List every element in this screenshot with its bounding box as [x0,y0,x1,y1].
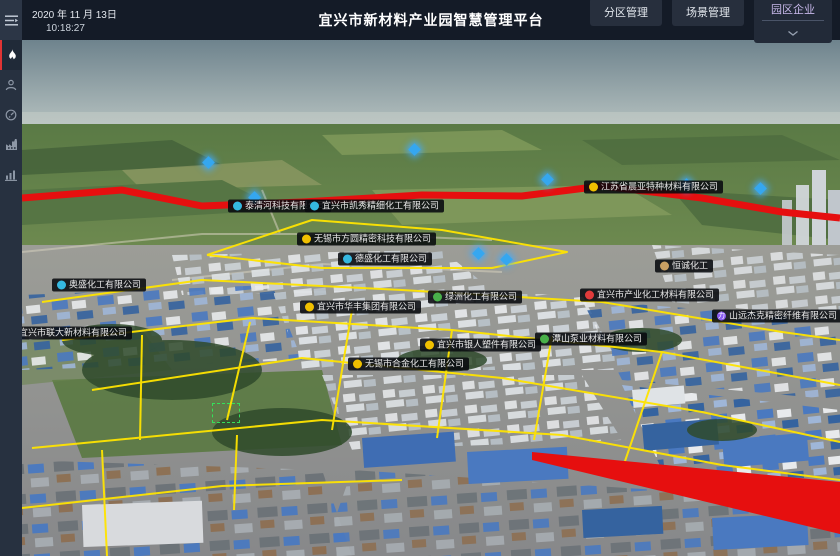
factory-icon [5,139,18,151]
sidebar [0,0,22,556]
company-name: 山远杰克精密纤维有限公司 [729,312,837,321]
sidebar-item-factory[interactable] [0,130,22,160]
map-overlay: 泰清河科技有限公司宜兴市凯秀精细化工有限公司无锡市方圆精密科技有限公司德盛化工有… [22,40,840,556]
company-name: 江苏省晨亚特种材料有限公司 [601,183,718,192]
company-marker-icon [433,293,442,302]
company-marker-icon [57,281,66,290]
company-label[interactable]: 恒诚化工 [655,260,713,273]
company-name: 恒诚化工 [672,262,708,271]
company-name: 宜兴市联大新材料有限公司 [22,329,127,338]
company-marker-icon [343,255,352,264]
fire-icon [6,49,18,62]
app-window: 2020 年 11 月 13日 10:18:27 宜兴市新材料产业园智慧管理平台… [0,0,840,556]
company-label[interactable]: 潭山泵业材料有限公司 [535,333,647,346]
company-label[interactable]: 宜兴市联大新材料有限公司 [22,327,132,340]
building-marker-icon[interactable] [500,253,513,266]
building-marker-icon[interactable] [202,156,215,169]
header-date: 2020 年 11 月 13日 [32,6,162,21]
company-label[interactable]: 奥盛化工有限公司 [52,279,146,292]
scene-management-button[interactable]: 场景管理 [672,0,744,26]
bar-chart-icon [5,169,17,181]
company-label[interactable]: 力山远杰克精密纤维有限公司 [712,310,840,323]
company-marker-icon [353,360,362,369]
sidebar-item-bar-chart[interactable] [0,160,22,190]
company-name: 无锡市方圆精密科技有限公司 [314,235,431,244]
sidebar-item-gauge[interactable] [0,100,22,130]
user-icon [5,79,17,91]
zone-management-button[interactable]: 分区管理 [590,0,662,26]
company-label[interactable]: 德盛化工有限公司 [338,253,432,266]
company-marker-icon [425,341,434,350]
dropdown-selected-value: 园区企业 [762,1,824,21]
company-marker-icon [589,183,598,192]
sidebar-item-fire[interactable] [0,40,22,70]
sidebar-item-user[interactable] [0,70,22,100]
company-label[interactable]: 无锡市合金化工有限公司 [348,358,469,371]
gauge-icon [5,109,17,121]
company-marker-icon [540,335,549,344]
company-marker-icon: 力 [717,312,726,321]
building-marker-icon[interactable] [541,173,554,186]
menu-icon [5,15,18,26]
company-label[interactable]: 宜兴市银人塑件有限公司 [420,339,541,352]
company-marker-icon [585,291,594,300]
map-view[interactable]: 泰清河科技有限公司宜兴市凯秀精细化工有限公司无锡市方圆精密科技有限公司德盛化工有… [22,40,840,556]
header: 2020 年 11 月 13日 10:18:27 宜兴市新材料产业园智慧管理平台… [22,0,840,40]
company-marker-icon [305,303,314,312]
company-name: 宜兴市产业化工材料有限公司 [597,291,714,300]
company-name: 无锡市合金化工有限公司 [365,360,464,369]
company-label[interactable]: 宜兴市华丰集团有限公司 [300,301,421,314]
datetime-block: 2020 年 11 月 13日 10:18:27 [22,6,162,34]
company-marker-icon [310,202,319,211]
header-actions: 分区管理 场景管理 园区企业 [590,0,840,43]
header-time: 10:18:27 [46,23,162,34]
company-label[interactable]: 宜兴市产业化工材料有限公司 [580,289,719,302]
selection-box [212,403,240,423]
company-marker-icon [660,262,669,271]
building-marker-icon[interactable] [754,182,767,195]
company-marker-icon [233,202,242,211]
company-label[interactable]: 江苏省晨亚特种材料有限公司 [584,181,723,194]
company-name: 绿洲化工有限公司 [445,293,517,302]
menu-button[interactable] [0,0,22,40]
company-name: 宜兴市华丰集团有限公司 [317,303,416,312]
company-name: 德盛化工有限公司 [355,255,427,264]
company-name: 奥盛化工有限公司 [69,281,141,290]
company-name: 宜兴市银人塑件有限公司 [437,341,536,350]
park-enterprise-dropdown[interactable]: 园区企业 [754,0,832,43]
company-marker-icon [302,235,311,244]
company-name: 宜兴市凯秀精细化工有限公司 [322,202,439,211]
building-marker-icon[interactable] [472,247,485,260]
company-label[interactable]: 宜兴市凯秀精细化工有限公司 [305,200,444,213]
building-marker-icon[interactable] [408,143,421,156]
company-name: 潭山泵业材料有限公司 [552,335,642,344]
company-label[interactable]: 无锡市方圆精密科技有限公司 [297,233,436,246]
company-label[interactable]: 绿洲化工有限公司 [428,291,522,304]
chevron-down-icon [788,23,798,41]
